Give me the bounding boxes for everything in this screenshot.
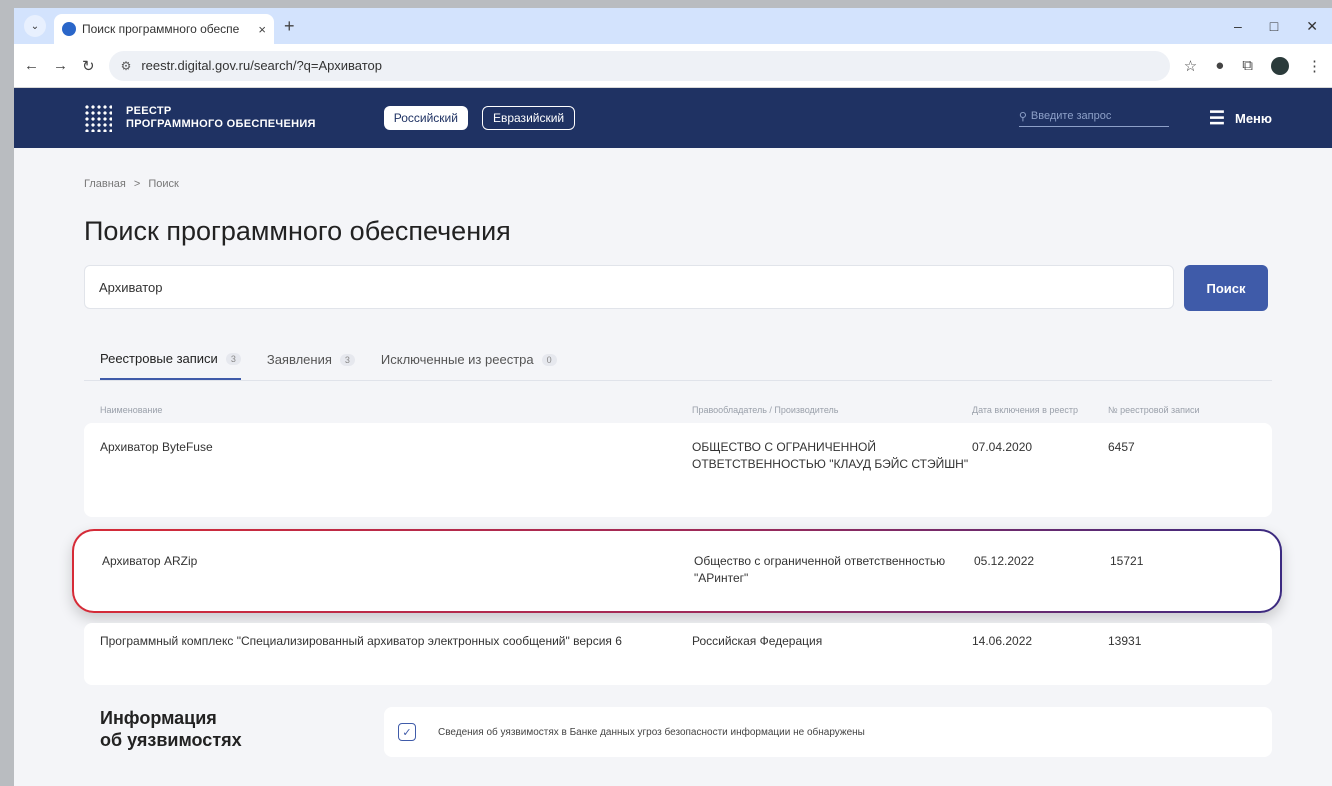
maximize-button[interactable]: □ bbox=[1270, 18, 1278, 35]
extensions-puzzle-icon[interactable]: ⧉ bbox=[1242, 57, 1253, 74]
search-icon: ⚲ bbox=[1018, 110, 1027, 123]
more-menu-icon[interactable]: ⋮ bbox=[1307, 57, 1322, 75]
vulnerability-status: ✓ Сведения об уязвимостях в Банке данных… bbox=[384, 707, 1272, 757]
breadcrumb-home-link[interactable]: Главная bbox=[84, 178, 126, 190]
row-number: 13931 bbox=[1108, 634, 1142, 648]
table-row[interactable]: Архиватор ByteFuse ОБЩЕСТВО С ОГРАНИЧЕНН… bbox=[84, 423, 1272, 517]
row-name[interactable]: Архиватор ARZip bbox=[102, 553, 694, 585]
tab-title: Поиск программного обеспе bbox=[82, 22, 240, 36]
header-date: Дата включения в реестр bbox=[972, 405, 1079, 415]
hamburger-icon: ☰ bbox=[1208, 107, 1225, 128]
row-date: 07.04.2020 bbox=[972, 440, 1033, 454]
site-header: РЕЕСТР ПРОГРАММНОГО ОБЕСПЕЧЕНИЯ Российск… bbox=[14, 88, 1332, 148]
site-info-icon[interactable]: ⚙ bbox=[121, 59, 132, 73]
main-content: Главная > Поиск Поиск программного обесп… bbox=[72, 148, 1282, 757]
results-tabs: Реестровые записи 3 Заявления 3 Исключен… bbox=[84, 351, 1272, 381]
row-owner: Российская Федерация bbox=[692, 634, 823, 648]
new-tab-button[interactable]: + bbox=[284, 16, 295, 37]
logo-text[interactable]: РЕЕСТР ПРОГРАММНОГО ОБЕСПЕЧЕНИЯ bbox=[126, 105, 316, 131]
count-badge: 3 bbox=[225, 352, 241, 365]
menu-button[interactable]: ☰ Меню bbox=[1209, 108, 1272, 129]
bookmark-star-icon[interactable]: ☆ bbox=[1184, 57, 1197, 75]
registry-eurasian-button[interactable]: Евразийский bbox=[481, 106, 576, 130]
check-icon: ✓ bbox=[398, 723, 416, 741]
row-name[interactable]: Архиватор ByteFuse bbox=[100, 439, 692, 501]
count-badge: 3 bbox=[339, 353, 355, 366]
row-owner: Общество с ограниченной ответственностью… bbox=[694, 554, 946, 585]
url-field[interactable]: ⚙ reestr.digital.gov.ru/search/?q=Архива… bbox=[108, 50, 1170, 81]
tab-excluded[interactable]: Исключенные из реестра 0 bbox=[381, 351, 557, 380]
row-number: 6457 bbox=[1108, 440, 1135, 454]
close-window-button[interactable]: ✕ bbox=[1306, 18, 1318, 35]
reload-icon[interactable]: ↻ bbox=[82, 57, 95, 75]
header-number: № реестровой записи bbox=[1108, 405, 1200, 415]
row-number: 15721 bbox=[1110, 554, 1144, 568]
header-owner: Правообладатель / Производитель bbox=[692, 405, 839, 415]
breadcrumb: Главная > Поиск bbox=[84, 178, 1272, 190]
vulnerability-title: Информация об уязвимостях bbox=[100, 708, 242, 750]
header-name: Наименование bbox=[100, 405, 163, 415]
url-text[interactable]: reestr.digital.gov.ru/search/?q=Архивато… bbox=[141, 58, 1157, 73]
row-name[interactable]: Программный комплекс "Специализированный… bbox=[100, 633, 692, 669]
row-owner: ОБЩЕСТВО С ОГРАНИЧЕННОЙ ОТВЕТСТВЕННОСТЬЮ… bbox=[692, 440, 969, 471]
highlighted-row-frame: Архиватор ARZip Общество с ограниченной … bbox=[72, 529, 1282, 613]
count-badge: 0 bbox=[541, 353, 557, 366]
tab-applications[interactable]: Заявления 3 bbox=[267, 351, 355, 380]
tab-close-icon[interactable]: × bbox=[258, 22, 266, 37]
page-title: Поиск программного обеспечения bbox=[84, 216, 511, 246]
favicon-icon bbox=[62, 22, 76, 36]
row-date: 14.06.2022 bbox=[972, 634, 1033, 648]
tab-registry-records[interactable]: Реестровые записи 3 bbox=[100, 351, 241, 380]
tab-strip: ⌄ Поиск программного обеспе × + – □ ✕ bbox=[14, 8, 1332, 44]
browser-window: ⌄ Поиск программного обеспе × + – □ ✕ ← … bbox=[14, 8, 1332, 786]
breadcrumb-separator: > bbox=[133, 178, 141, 190]
search-button[interactable]: Поиск bbox=[1184, 265, 1268, 311]
registry-russian-button[interactable]: Российский bbox=[383, 106, 468, 130]
profile-avatar[interactable] bbox=[1271, 56, 1289, 75]
table-row[interactable]: Программный комплекс "Специализированный… bbox=[84, 623, 1272, 685]
address-bar: ← → ↻ ⚙ reestr.digital.gov.ru/search/?q=… bbox=[14, 44, 1332, 88]
header-search-input[interactable]: ⚲ Введите запрос bbox=[1018, 110, 1169, 127]
row-date: 05.12.2022 bbox=[974, 554, 1035, 568]
table-row[interactable]: Архиватор ARZip Общество с ограниченной … bbox=[74, 531, 1280, 611]
minimize-button[interactable]: – bbox=[1234, 18, 1242, 35]
logo-icon[interactable] bbox=[84, 104, 112, 132]
search-row: Поиск bbox=[84, 265, 1272, 311]
search-input[interactable] bbox=[84, 265, 1174, 309]
breadcrumb-current: Поиск bbox=[148, 178, 179, 190]
vulnerability-section: Информация об уязвимостях ✓ Сведения об … bbox=[84, 707, 1272, 757]
browser-tab[interactable]: Поиск программного обеспе × bbox=[54, 14, 274, 44]
back-icon[interactable]: ← bbox=[24, 57, 39, 74]
extension-icon[interactable]: ● bbox=[1215, 57, 1224, 74]
vulnerability-message: Сведения об уязвимостях в Банке данных у… bbox=[438, 726, 865, 738]
table-header: Наименование Правообладатель / Производи… bbox=[84, 405, 1272, 415]
tab-search-button[interactable]: ⌄ bbox=[24, 15, 46, 37]
forward-icon[interactable]: → bbox=[53, 57, 68, 74]
